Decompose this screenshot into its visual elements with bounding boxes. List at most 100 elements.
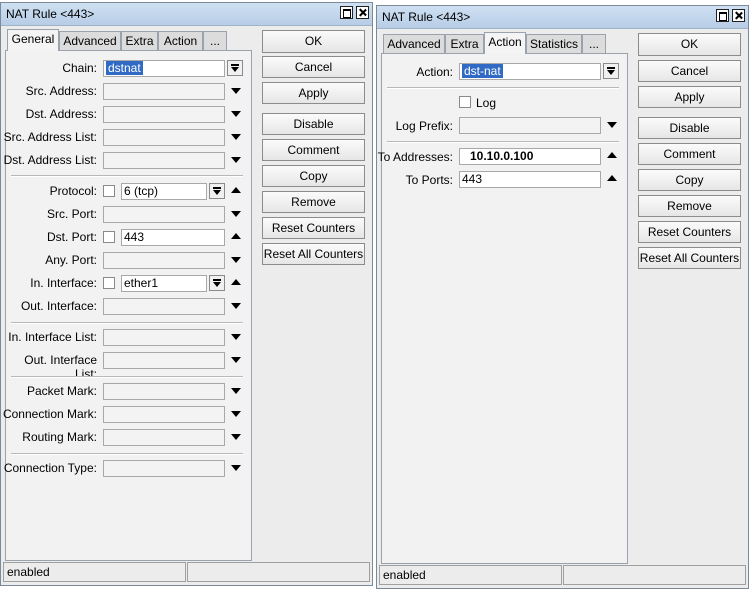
to-ports-collapse-icon[interactable] [607,175,617,181]
log-prefix-expand-icon[interactable] [607,122,617,128]
close-icon[interactable] [356,6,369,19]
reset-all-counters-button[interactable]: Reset All Counters [262,243,365,265]
to-addresses-value: 10.10.0.100 [470,149,534,163]
out-interface-list-field[interactable] [103,352,225,369]
separator [387,87,619,89]
chain-value: dstnat [106,61,143,75]
connection-mark-expand-icon[interactable] [231,411,241,417]
routing-mark-expand-icon[interactable] [231,434,241,440]
connection-mark-label: Connection Mark: [2,407,97,421]
tab-more[interactable]: ... [203,31,227,51]
tab-extra[interactable]: Extra [445,34,484,54]
log-checkbox[interactable] [459,96,471,108]
comment-button[interactable]: Comment [262,139,365,161]
reset-all-counters-button[interactable]: Reset All Counters [638,247,741,269]
tab-action[interactable]: Action [158,31,203,51]
copy-button[interactable]: Copy [638,169,741,191]
to-addresses-collapse-icon[interactable] [607,152,617,158]
out-interface-expand-icon[interactable] [231,303,241,309]
tab-extra[interactable]: Extra [121,31,158,51]
packet-mark-field[interactable] [103,383,225,400]
connection-mark-field[interactable] [103,406,225,423]
titlebar[interactable]: NAT Rule <443> [1,3,372,26]
cancel-button[interactable]: Cancel [638,60,741,82]
maximize-icon[interactable] [340,6,353,19]
chain-label: Chain: [62,61,97,75]
action-label: Action: [416,65,453,79]
log-label: Log [476,96,497,110]
src-port-field[interactable] [103,206,225,223]
ok-button[interactable]: OK [638,33,741,56]
action-dropdown-icon[interactable] [603,63,619,79]
in-interface-list-field[interactable] [103,329,225,346]
remove-button[interactable]: Remove [638,195,741,217]
dst-port-negate-checkbox[interactable] [103,231,115,243]
to-addresses-field[interactable]: 10.10.0.100 [459,148,601,165]
ok-button[interactable]: OK [262,30,365,53]
tab-advanced[interactable]: Advanced [59,31,121,51]
in-interface-collapse-icon[interactable] [231,279,241,285]
tab-action[interactable]: Action [484,32,526,54]
connection-type-field[interactable] [103,460,225,477]
action-select[interactable]: dst-nat [459,63,601,80]
tab-more[interactable]: ... [582,34,606,54]
reset-counters-button[interactable]: Reset Counters [638,221,741,243]
packet-mark-expand-icon[interactable] [231,388,241,394]
in-interface-negate-checkbox[interactable] [103,277,115,289]
out-interface-field[interactable] [103,298,225,315]
dst-port-value: 443 [124,230,145,244]
disable-button[interactable]: Disable [262,113,365,135]
status-bar: enabled [379,565,562,585]
dst-port-label: Dst. Port: [46,230,97,244]
comment-button[interactable]: Comment [638,143,741,165]
src-address-expand-icon[interactable] [231,88,241,94]
chain-select[interactable]: dstnat [103,60,225,77]
connection-type-expand-icon[interactable] [231,465,241,471]
nat-rule-window-left: NAT Rule <443> General Advanced Extra Ac… [0,2,373,586]
in-interface-select[interactable]: ether1 [121,275,207,292]
dst-address-label: Dst. Address: [25,107,97,121]
apply-button[interactable]: Apply [638,86,741,108]
in-interface-dropdown-icon[interactable] [209,275,225,291]
to-ports-field[interactable]: 443 [459,171,601,188]
src-address-list-field[interactable] [103,129,225,146]
dst-address-expand-icon[interactable] [231,111,241,117]
protocol-select[interactable]: 6 (tcp) [121,183,207,200]
titlebar[interactable]: NAT Rule <443> [377,6,748,29]
copy-button[interactable]: Copy [262,165,365,187]
log-prefix-field[interactable] [459,117,601,134]
apply-button[interactable]: Apply [262,82,365,104]
protocol-negate-checkbox[interactable] [103,185,115,197]
tab-advanced[interactable]: Advanced [383,34,445,54]
src-address-field[interactable] [103,83,225,100]
action-value: dst-nat [462,64,503,78]
dst-address-list-label: Dst. Address List: [3,153,97,167]
reset-counters-button[interactable]: Reset Counters [262,217,365,239]
tab-statistics[interactable]: Statistics [526,34,582,54]
dst-address-field[interactable] [103,106,225,123]
tab-general[interactable]: General [7,29,59,51]
connection-type-label: Connection Type: [3,461,97,475]
dst-address-list-field[interactable] [103,152,225,169]
close-icon[interactable] [732,9,745,22]
out-interface-list-expand-icon[interactable] [231,357,241,363]
any-port-expand-icon[interactable] [231,257,241,263]
protocol-collapse-icon[interactable] [231,187,241,193]
dst-port-field[interactable]: 443 [121,229,225,246]
src-port-expand-icon[interactable] [231,211,241,217]
dst-address-list-expand-icon[interactable] [231,157,241,163]
protocol-dropdown-icon[interactable] [209,183,225,199]
window-title: NAT Rule <443> [382,10,471,24]
in-interface-list-expand-icon[interactable] [231,334,241,340]
routing-mark-field[interactable] [103,429,225,446]
chain-dropdown-icon[interactable] [227,60,243,76]
src-address-list-expand-icon[interactable] [231,134,241,140]
disable-button[interactable]: Disable [638,117,741,139]
cancel-button[interactable]: Cancel [262,56,365,78]
log-prefix-label: Log Prefix: [395,119,453,133]
src-address-list-label: Src. Address List: [3,130,97,144]
any-port-field[interactable] [103,252,225,269]
maximize-icon[interactable] [716,9,729,22]
remove-button[interactable]: Remove [262,191,365,213]
dst-port-collapse-icon[interactable] [231,233,241,239]
